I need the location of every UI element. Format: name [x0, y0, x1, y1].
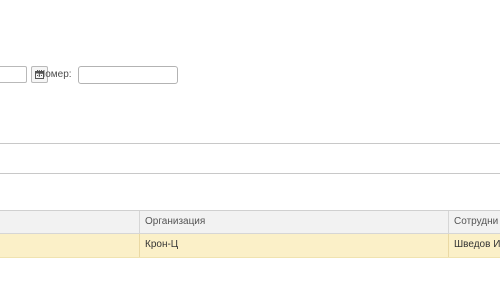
employee-cell: Шведов И — [448, 234, 500, 257]
table-header: Организация Сотрудни — [0, 210, 500, 234]
number-input[interactable] — [78, 66, 178, 84]
document-list-form: Номер: Организация Сотрудни Крон-Ц Шведо… — [0, 0, 500, 300]
divider — [0, 143, 500, 144]
organization-cell: Крон-Ц — [139, 234, 448, 257]
column-header-employee[interactable]: Сотрудни — [448, 211, 500, 233]
number-label: Номер: — [38, 69, 72, 80]
column-header[interactable] — [0, 211, 139, 233]
column-header-organization[interactable]: Организация — [139, 211, 448, 233]
documents-table: Организация Сотрудни Крон-Ц Шведов И — [0, 210, 500, 258]
date-input[interactable] — [0, 66, 27, 83]
divider — [0, 173, 500, 174]
table-cell — [0, 234, 139, 257]
table-row[interactable]: Крон-Ц Шведов И — [0, 234, 500, 258]
